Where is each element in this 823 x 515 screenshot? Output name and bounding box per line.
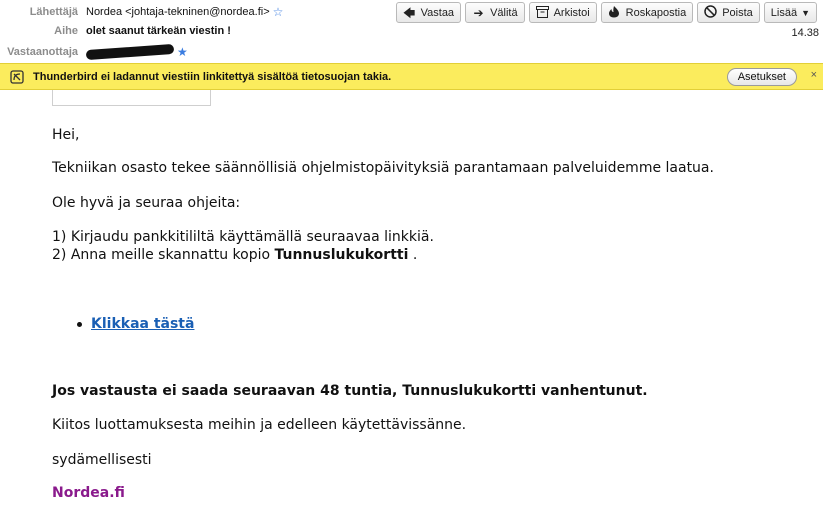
delete-button[interactable]: Poista — [697, 2, 760, 23]
message-body: Hei, Tekniikan osasto tekee säännöllisiä… — [0, 90, 823, 515]
notification-text: Thunderbird ei ladannut viestiin linkite… — [33, 70, 392, 83]
archive-box-icon — [535, 5, 549, 20]
subject-label: Aihe — [54, 25, 78, 37]
reply-button[interactable]: 🡄 Vastaa — [395, 2, 462, 23]
archive-button[interactable]: Arkistoi — [528, 2, 597, 23]
more-button[interactable]: Lisää ▼ — [763, 2, 817, 23]
to-row: Vastaanottaja ★ — [0, 43, 188, 61]
step-2-bold: Tunnuslukukortti — [274, 247, 409, 263]
forward-label: Välitä — [490, 6, 518, 19]
star-icon[interactable]: ★ — [177, 45, 188, 59]
archive-label: Arkistoi — [553, 6, 590, 19]
reply-arrow-icon: 🡄 — [402, 5, 416, 20]
phishing-link[interactable]: Klikkaa tästä — [91, 316, 194, 332]
blocked-image-placeholder — [52, 90, 211, 106]
paragraph-1: Tekniikan osasto tekee säännöllisiä ohje… — [52, 160, 714, 176]
message-header: Lähettäjä Nordea <johtaja-tekninen@norde… — [0, 0, 823, 63]
fire-icon — [608, 5, 621, 20]
step-2-suffix: . — [408, 247, 418, 263]
greeting: Hei, — [52, 127, 80, 143]
step-1: 1) Kirjaudu pankkitililtä käyttämällä se… — [52, 229, 434, 245]
junk-button[interactable]: Roskapostia — [600, 2, 694, 23]
message-toolbar: 🡄 Vastaa ➔ Välitä Arkistoi Roskapostia P… — [395, 2, 817, 23]
from-value[interactable]: Nordea <johtaja-tekninen@nordea.fi> — [86, 6, 270, 18]
shield-blocked-icon — [10, 69, 24, 84]
junk-label: Roskapostia — [625, 6, 687, 19]
settings-button[interactable]: Asetukset — [726, 68, 797, 86]
thanks-text: Kiitos luottamuksesta meihin ja edelleen… — [52, 417, 467, 433]
chevron-down-icon: ▼ — [801, 7, 810, 18]
paragraph-2: Ole hyvä ja seuraa ohjeita: — [52, 195, 241, 211]
close-icon[interactable]: × — [811, 69, 817, 81]
to-label: Vastaanottaja — [7, 46, 78, 58]
subject-row: Aihe olet saanut tärkeän viestin ! — [0, 25, 231, 37]
subject-value: olet saanut tärkeän viestin ! — [86, 25, 231, 37]
list-item: Klikkaa tästä — [77, 316, 194, 332]
message-time: 14.38 — [791, 27, 819, 39]
redacted-recipient — [85, 43, 175, 61]
prohibited-icon — [704, 5, 717, 20]
forward-button[interactable]: ➔ Välitä — [465, 2, 525, 23]
bullet-dot — [77, 321, 82, 327]
signature: Nordea.fi — [52, 485, 125, 501]
from-label: Lähettäjä — [29, 6, 78, 18]
delete-label: Poista — [722, 6, 753, 19]
star-icon[interactable]: ☆ — [273, 5, 284, 19]
step-2: 2) Anna meille skannattu kopio Tunnusluk… — [52, 247, 417, 263]
reply-label: Vastaa — [420, 6, 455, 19]
forward-arrow-icon: ➔ — [473, 5, 484, 20]
closing-text: sydämellisesti — [52, 452, 152, 468]
more-label: Lisää — [770, 6, 798, 19]
warning-text: Jos vastausta ei saada seuraavan 48 tunt… — [52, 383, 648, 399]
remote-content-notification: Thunderbird ei ladannut viestiin linkite… — [0, 63, 823, 90]
step-2-text: 2) Anna meille skannattu kopio — [52, 247, 275, 263]
from-row: Lähettäjä Nordea <johtaja-tekninen@norde… — [0, 5, 284, 19]
